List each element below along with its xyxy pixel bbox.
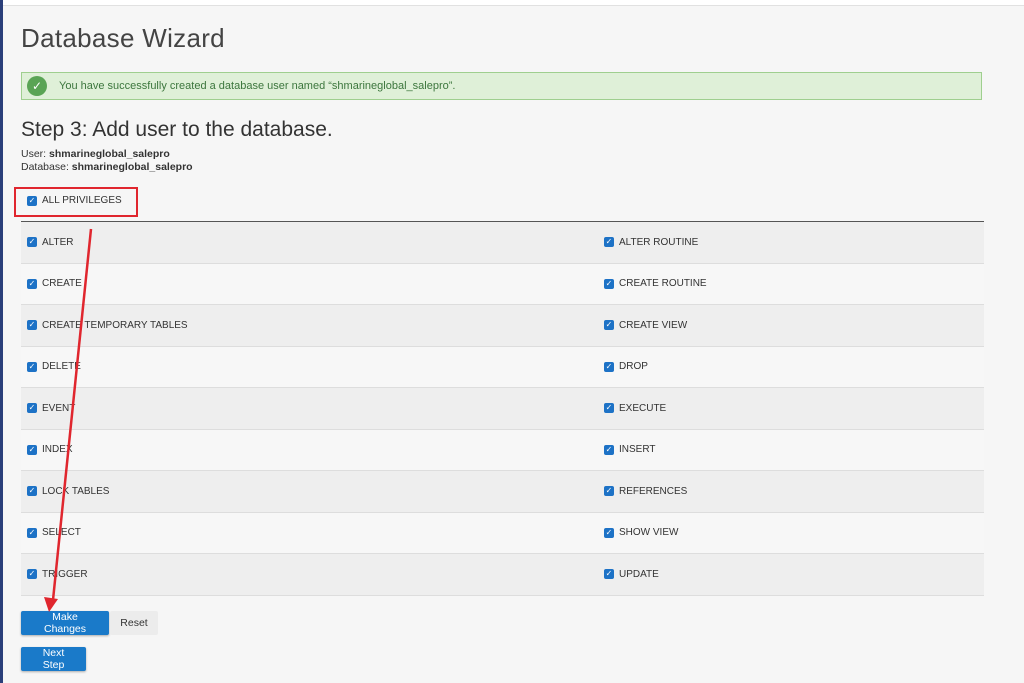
make-changes-button[interactable]: Make Changes: [21, 611, 109, 635]
database-value: shmarineglobal_salepro: [71, 161, 193, 173]
privilege-row: ✓ INDEX ✓ INSERT: [21, 429, 984, 471]
privilege-checkbox[interactable]: ✓ INSERT: [604, 444, 656, 455]
privilege-label: CREATE TEMPORARY TABLES: [42, 319, 188, 331]
privilege-checkbox[interactable]: ✓ DROP: [604, 361, 648, 372]
privilege-checkbox[interactable]: ✓ CREATE VIEW: [604, 320, 687, 331]
privilege-label: LOCK TABLES: [42, 485, 110, 497]
checkbox-checked-icon[interactable]: ✓: [27, 569, 37, 580]
checkbox-checked-icon[interactable]: ✓: [27, 527, 37, 538]
checkbox-checked-icon[interactable]: ✓: [604, 237, 614, 248]
checkbox-checked-icon[interactable]: ✓: [27, 320, 37, 331]
checkbox-checked-icon[interactable]: ✓: [604, 527, 614, 538]
privilege-checkbox[interactable]: ✓ CREATE: [27, 278, 82, 289]
privilege-label: CREATE: [42, 278, 82, 290]
checkbox-checked-icon[interactable]: ✓: [27, 278, 37, 289]
privilege-checkbox[interactable]: ✓ REFERENCES: [604, 486, 687, 497]
checkbox-checked-icon[interactable]: ✓: [604, 486, 614, 497]
privilege-checkbox[interactable]: ✓ DELETE: [27, 361, 81, 372]
page-title: Database Wizard: [21, 23, 225, 53]
privilege-label: ALTER ROUTINE: [619, 236, 699, 248]
checkbox-checked-icon[interactable]: ✓: [604, 569, 614, 580]
privilege-label: EVENT: [42, 402, 76, 414]
privilege-row: ✓ EVENT ✓ EXECUTE: [21, 388, 984, 430]
privilege-checkbox[interactable]: ✓ CREATE TEMPORARY TABLES: [27, 320, 188, 331]
privilege-label: DROP: [619, 361, 648, 373]
alert-message: You have successfully created a database…: [59, 80, 456, 92]
privilege-label: ALTER: [42, 236, 74, 248]
privilege-row: ✓ ALTER ✓ ALTER ROUTINE: [21, 222, 984, 264]
database-info: Database: shmarineglobal_salepro: [21, 161, 193, 173]
checkbox-checked-icon[interactable]: ✓: [27, 237, 37, 248]
privilege-label: DELETE: [42, 361, 81, 373]
privilege-label: UPDATE: [619, 568, 659, 580]
privilege-checkbox[interactable]: ✓ INDEX: [27, 444, 73, 455]
privilege-checkbox[interactable]: ✓ ALTER: [27, 237, 74, 248]
left-edge-bar: [0, 0, 3, 683]
privilege-checkbox[interactable]: ✓ CREATE ROUTINE: [604, 278, 707, 289]
check-circle-icon: ✓: [27, 76, 47, 96]
privilege-checkbox[interactable]: ✓ TRIGGER: [27, 569, 88, 580]
privilege-row: ✓ LOCK TABLES ✓ REFERENCES: [21, 471, 984, 513]
privilege-label: REFERENCES: [619, 485, 688, 497]
checkbox-checked-icon[interactable]: ✓: [604, 278, 614, 289]
checkbox-checked-icon[interactable]: ✓: [27, 444, 37, 455]
reset-button[interactable]: Reset: [110, 611, 158, 635]
privilege-row: ✓ TRIGGER ✓ UPDATE: [21, 554, 984, 596]
privileges-table: ✓ ALTER ✓ ALTER ROUTINE ✓ CREATE ✓ CREATE ROUTI…: [21, 221, 984, 596]
checkbox-checked-icon[interactable]: ✓: [604, 444, 614, 455]
database-label: Database:: [21, 161, 69, 173]
privilege-checkbox[interactable]: ✓ ALTER ROUTINE: [604, 237, 698, 248]
privilege-checkbox[interactable]: ✓ EXECUTE: [604, 403, 666, 414]
checkbox-checked-icon[interactable]: ✓: [27, 195, 37, 206]
privilege-row: ✓ CREATE ✓ CREATE ROUTINE: [21, 263, 984, 305]
checkbox-checked-icon[interactable]: ✓: [27, 361, 37, 372]
checkbox-checked-icon[interactable]: ✓: [27, 486, 37, 497]
privilege-label: SELECT: [42, 527, 81, 539]
success-alert: ✓ You have successfully created a databa…: [21, 72, 982, 100]
checkbox-checked-icon[interactable]: ✓: [604, 403, 614, 414]
privilege-label: CREATE VIEW: [619, 319, 688, 331]
privilege-label: TRIGGER: [42, 568, 88, 580]
privilege-checkbox[interactable]: ✓ SELECT: [27, 527, 81, 538]
checkbox-checked-icon[interactable]: ✓: [604, 320, 614, 331]
privilege-checkbox[interactable]: ✓ UPDATE: [604, 569, 659, 580]
privilege-row: ✓ DELETE ✓ DROP: [21, 346, 984, 388]
privilege-label: INSERT: [619, 444, 656, 456]
privilege-checkbox[interactable]: ✓ EVENT: [27, 403, 75, 414]
all-privileges-label: ALL PRIVILEGES: [42, 195, 122, 206]
next-step-button[interactable]: Next Step: [21, 647, 86, 671]
privilege-row: ✓ CREATE TEMPORARY TABLES ✓ CREATE VIEW: [21, 305, 984, 347]
checkbox-checked-icon[interactable]: ✓: [27, 403, 37, 414]
user-value: shmarineglobal_salepro: [49, 148, 170, 160]
privilege-checkbox[interactable]: ✓ LOCK TABLES: [27, 486, 109, 497]
privilege-checkbox[interactable]: ✓ SHOW VIEW: [604, 527, 678, 538]
user-label: User:: [21, 148, 47, 160]
top-header-strip: [3, 0, 1024, 6]
privilege-label: EXECUTE: [619, 402, 667, 414]
user-info: User: shmarineglobal_salepro: [21, 148, 170, 160]
all-privileges-checkbox[interactable]: ✓ ALL PRIVILEGES: [27, 195, 122, 206]
privilege-label: SHOW VIEW: [619, 527, 679, 539]
checkbox-checked-icon[interactable]: ✓: [604, 361, 614, 372]
privilege-row: ✓ SELECT ✓ SHOW VIEW: [21, 512, 984, 554]
privilege-label: INDEX: [42, 444, 73, 456]
privilege-label: CREATE ROUTINE: [619, 278, 707, 290]
step-title: Step 3: Add user to the database.: [21, 118, 333, 141]
